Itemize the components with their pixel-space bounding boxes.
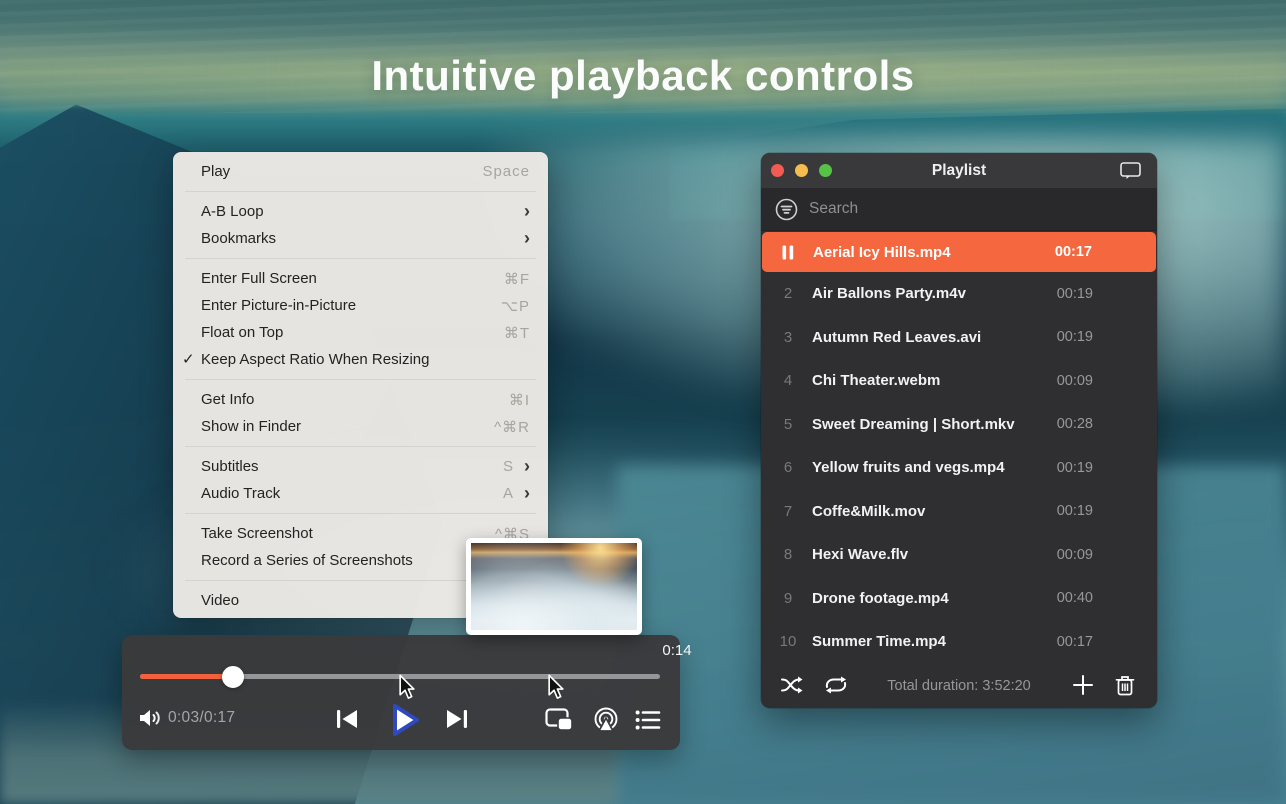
next-track-button[interactable] [444, 706, 470, 732]
menu-separator [185, 258, 536, 259]
menu-item-float-on-top[interactable]: Float on Top ⌘T [173, 319, 548, 346]
delete-button[interactable] [1115, 674, 1135, 696]
playlist-search-bar[interactable]: Search [761, 188, 1157, 231]
playlist-item-duration: 00:19 [1057, 329, 1093, 345]
playlist-item-duration: 00:40 [1057, 590, 1093, 606]
seek-bar-progress [140, 674, 233, 679]
playlist-item[interactable]: 4 Chi Theater.webm 00:09 [761, 359, 1157, 403]
playlist-item-duration: 00:17 [1055, 244, 1092, 260]
playlist-item-duration: 00:09 [1057, 373, 1093, 389]
menu-separator [185, 513, 536, 514]
submenu-chevron-icon: › [524, 201, 530, 221]
seek-time-tooltip: 0:14 [632, 642, 722, 659]
playlist-item[interactable]: 2 Air Ballons Party.m4v 00:19 [761, 272, 1157, 316]
shortcut-label: ⌘F [504, 270, 530, 288]
play-button[interactable] [383, 699, 425, 741]
playlist-item-duration: 00:28 [1057, 416, 1093, 432]
pause-icon [782, 245, 794, 260]
playlist-item-duration: 00:19 [1057, 503, 1093, 519]
submenu-chevron-icon: › [524, 483, 530, 503]
menu-item-enter-pip[interactable]: Enter Picture-in-Picture ⌥P [173, 292, 548, 319]
menu-item-show-in-finder[interactable]: Show in Finder ^⌘R [173, 413, 548, 440]
playlist-item-name: Chi Theater.webm [812, 372, 940, 389]
seek-preview-thumbnail [466, 538, 642, 635]
playlist-item[interactable]: 5 Sweet Dreaming | Short.mkv 00:28 [761, 403, 1157, 447]
playlist-item[interactable]: 10 Summer Time.mp4 00:17 [761, 620, 1157, 664]
total-duration-label: Total duration: 3:52:20 [761, 678, 1157, 694]
airplay-stream-button[interactable] [592, 706, 620, 734]
show-player-window-icon[interactable] [1120, 162, 1141, 180]
playlist-footer: Total duration: 3:52:20 [761, 663, 1157, 708]
playlist-toggle-button[interactable] [635, 709, 661, 731]
mouse-cursor [547, 674, 565, 700]
filter-icon [775, 198, 798, 221]
menu-separator [185, 379, 536, 380]
playlist-item[interactable]: 7 Coffe&Milk.mov 00:19 [761, 490, 1157, 534]
playlist-item-name: Hexi Wave.flv [812, 546, 908, 563]
playlist-item[interactable]: 8 Hexi Wave.flv 00:09 [761, 533, 1157, 577]
shortcut-label: ⌥P [501, 297, 530, 315]
menu-item-keep-aspect-ratio[interactable]: ✓ Keep Aspect Ratio When Resizing [173, 346, 548, 373]
repeat-button[interactable] [823, 674, 849, 696]
playlist-item-name: Coffe&Milk.mov [812, 503, 925, 520]
shortcut-label: Space [482, 163, 530, 180]
playlist-item-name: Aerial Icy Hills.mp4 [813, 244, 951, 261]
playlist-item-name: Drone footage.mp4 [812, 590, 949, 607]
playlist-item-name: Autumn Red Leaves.avi [812, 329, 981, 346]
playlist-item[interactable]: 9 Drone footage.mp4 00:40 [761, 577, 1157, 621]
menu-item-ab-loop[interactable]: A-B Loop › [173, 198, 548, 225]
page-title: Intuitive playback controls [0, 52, 1286, 100]
playlist-item-duration: 00:19 [1057, 460, 1093, 476]
menu-item-enter-full-screen[interactable]: Enter Full Screen ⌘F [173, 265, 548, 292]
playlist-item-selected[interactable]: Aerial Icy Hills.mp4 00:17 [762, 232, 1156, 272]
window-controls [771, 164, 832, 177]
playlist-item-name: Air Ballons Party.m4v [812, 285, 966, 302]
playlist-item-duration: 00:17 [1057, 634, 1093, 650]
submenu-chevron-icon: › [524, 228, 530, 248]
volume-icon[interactable] [138, 707, 164, 729]
playlist-item[interactable]: 3 Autumn Red Leaves.avi 00:19 [761, 316, 1157, 360]
menu-item-audio-track[interactable]: Audio Track A › [173, 480, 548, 507]
playlist-item-name: Yellow fruits and vegs.mp4 [812, 459, 1005, 476]
seek-bar-thumb[interactable] [222, 666, 244, 688]
menu-separator [185, 191, 536, 192]
shuffle-button[interactable] [780, 674, 804, 696]
playlist-window: Playlist Search A [761, 153, 1157, 708]
close-window-button[interactable] [771, 164, 784, 177]
menu-separator [185, 446, 536, 447]
menu-item-subtitles[interactable]: Subtitles S › [173, 453, 548, 480]
menu-item-bookmarks[interactable]: Bookmarks › [173, 225, 548, 252]
zoom-window-button[interactable] [819, 164, 832, 177]
menu-item-get-info[interactable]: Get Info ⌘I [173, 386, 548, 413]
playlist-item[interactable]: 6 Yellow fruits and vegs.mp4 00:19 [761, 446, 1157, 490]
submenu-chevron-icon: › [524, 456, 530, 476]
search-input[interactable]: Search [809, 200, 858, 218]
minimize-window-button[interactable] [795, 164, 808, 177]
shortcut-label: A [503, 485, 514, 502]
time-display: 0:03/0:17 [168, 709, 235, 727]
mouse-cursor [398, 674, 416, 700]
previous-track-button[interactable] [334, 706, 360, 732]
pip-button[interactable] [545, 708, 575, 732]
checkmark-icon: ✓ [182, 350, 195, 368]
playlist-item-name: Sweet Dreaming | Short.mkv [812, 416, 1015, 433]
shortcut-label: S [503, 458, 514, 475]
shortcut-label: ⌘T [504, 324, 530, 342]
menu-item-play[interactable]: Play Space [173, 158, 548, 185]
playlist-rows: Aerial Icy Hills.mp4 00:17 2 Air Ballons… [761, 232, 1157, 663]
shortcut-label: ⌘I [509, 391, 530, 409]
playlist-item-duration: 00:19 [1057, 286, 1093, 302]
playlist-item-name: Summer Time.mp4 [812, 633, 946, 650]
playlist-item-duration: 00:09 [1057, 547, 1093, 563]
playlist-titlebar[interactable]: Playlist [761, 153, 1157, 188]
shortcut-label: ^⌘R [494, 418, 530, 436]
add-file-button[interactable] [1072, 674, 1094, 696]
